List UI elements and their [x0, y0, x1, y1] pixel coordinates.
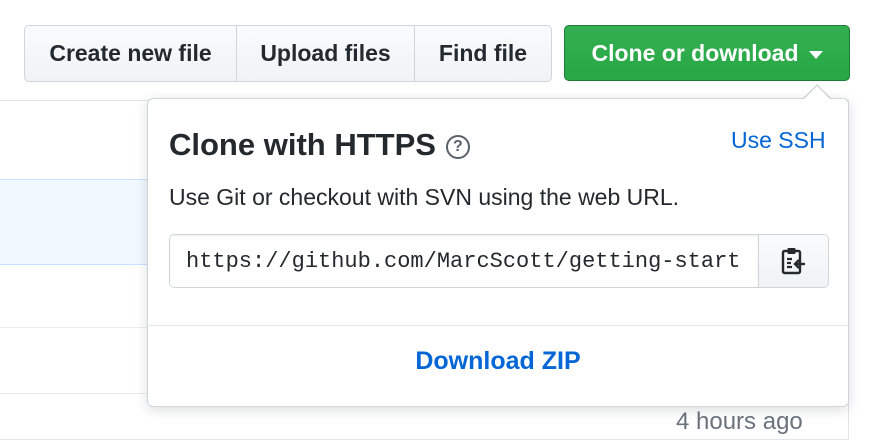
copy-url-button[interactable] [758, 235, 828, 287]
dropdown-pointer-fill [804, 86, 830, 99]
clone-dropdown: Clone with HTTPS ? Use SSH Use Git or ch… [147, 98, 849, 407]
use-ssh-link[interactable]: Use SSH [731, 127, 826, 154]
download-zip-link[interactable]: Download ZIP [148, 347, 848, 376]
question-circle-icon[interactable]: ? [445, 135, 470, 159]
clone-title-text: Clone with HTTPS [169, 127, 436, 162]
clone-description: Use Git or checkout with SVN using the w… [169, 184, 680, 210]
clone-or-download-button[interactable]: Clone or download [564, 25, 850, 81]
file-actions-button-group: Create new file Upload files Find file [24, 25, 552, 82]
clone-title: Clone with HTTPS ? [169, 127, 470, 163]
caret-down-icon [808, 50, 823, 59]
upload-files-button[interactable]: Upload files [237, 26, 415, 81]
clippy-icon [781, 248, 805, 275]
clone-or-download-label: Clone or download [591, 39, 799, 66]
last-commit-time: 4 hours ago [676, 408, 803, 435]
clone-url-input[interactable] [170, 235, 758, 287]
clone-url-group [169, 234, 829, 288]
create-new-file-button[interactable]: Create new file [25, 26, 237, 81]
dropdown-divider [148, 325, 848, 326]
find-file-button[interactable]: Find file [415, 26, 551, 81]
